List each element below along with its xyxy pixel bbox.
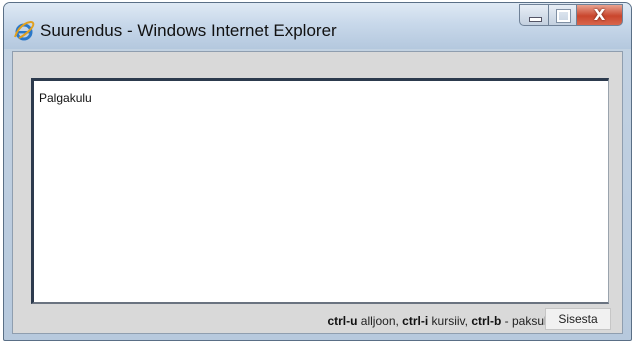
bold-shortcut-key: ctrl-b [471, 314, 502, 328]
title-bar[interactable]: Suurendus - Windows Internet Explorer X [4, 3, 631, 49]
close-button[interactable]: X [577, 4, 623, 26]
keyboard-shortcuts-hint: ctrl-u alljoon, ctrl-i kursiiv, ctrl-b -… [327, 314, 550, 328]
underline-shortcut-key: ctrl-u [327, 314, 358, 328]
minimize-icon [529, 17, 542, 22]
underline-shortcut-desc: alljoon, [357, 314, 403, 328]
caption-buttons: X [519, 4, 623, 26]
italic-shortcut-desc: kursiiv, [428, 314, 472, 328]
close-icon: X [593, 6, 606, 24]
browser-window: Suurendus - Windows Internet Explorer X … [3, 2, 632, 341]
bold-shortcut-desc: - paksult [501, 314, 550, 328]
editor-text: Palgakulu [39, 91, 92, 105]
italic-shortcut-key: ctrl-i [402, 314, 429, 328]
insert-button[interactable]: Sisesta [545, 308, 611, 330]
rich-text-editor[interactable]: Palgakulu [31, 78, 609, 304]
maximize-button[interactable] [549, 4, 577, 26]
internet-explorer-icon [14, 21, 35, 41]
dialog-content: Palgakulu ctrl-u alljoon, ctrl-i kursiiv… [12, 51, 623, 334]
maximize-icon [556, 9, 571, 23]
window-title: Suurendus - Windows Internet Explorer [40, 21, 337, 40]
minimize-button[interactable] [519, 4, 549, 26]
